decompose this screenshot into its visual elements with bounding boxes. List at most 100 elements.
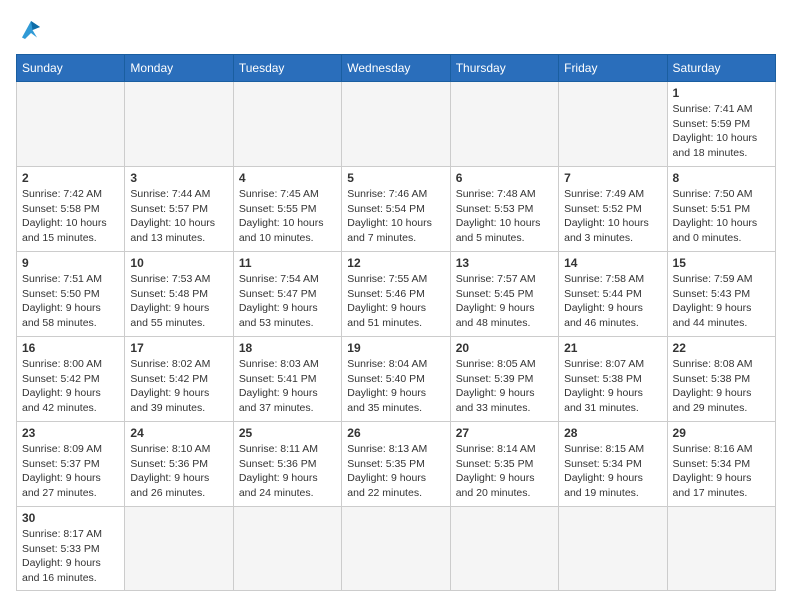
day-number: 14 xyxy=(564,256,661,270)
calendar-cell: 28 Sunrise: 8:15 AMSunset: 5:34 PMDayligh… xyxy=(559,422,667,507)
header xyxy=(16,16,776,44)
day-number: 6 xyxy=(456,171,553,185)
logo-bird-icon xyxy=(16,16,46,44)
calendar-cell: 21 Sunrise: 8:07 AMSunset: 5:38 PMDayligh… xyxy=(559,337,667,422)
day-info: Sunrise: 7:54 AMSunset: 5:47 PMDaylight:… xyxy=(239,272,336,331)
day-info: Sunrise: 8:17 AMSunset: 5:33 PMDaylight:… xyxy=(22,527,119,586)
day-number: 29 xyxy=(673,426,770,440)
day-number: 27 xyxy=(456,426,553,440)
weekday-header-saturday: Saturday xyxy=(667,55,775,82)
day-number: 19 xyxy=(347,341,444,355)
calendar-cell: 27 Sunrise: 8:14 AMSunset: 5:35 PMDayligh… xyxy=(450,422,558,507)
logo xyxy=(16,16,50,44)
day-number: 25 xyxy=(239,426,336,440)
day-number: 18 xyxy=(239,341,336,355)
calendar: SundayMondayTuesdayWednesdayThursdayFrid… xyxy=(16,54,776,591)
day-info: Sunrise: 7:49 AMSunset: 5:52 PMDaylight:… xyxy=(564,187,661,246)
calendar-cell: 24 Sunrise: 8:10 AMSunset: 5:36 PMDayligh… xyxy=(125,422,233,507)
calendar-cell: 1 Sunrise: 7:41 AMSunset: 5:59 PMDaylight… xyxy=(667,82,775,167)
day-number: 7 xyxy=(564,171,661,185)
calendar-cell: 12 Sunrise: 7:55 AMSunset: 5:46 PMDayligh… xyxy=(342,252,450,337)
day-number: 26 xyxy=(347,426,444,440)
day-number: 1 xyxy=(673,86,770,100)
calendar-cell: 9Sunrise: 7:51 AMSunset: 5:50 PMDaylight… xyxy=(17,252,125,337)
calendar-cell: 11 Sunrise: 7:54 AMSunset: 5:47 PMDayligh… xyxy=(233,252,341,337)
day-info: Sunrise: 7:55 AMSunset: 5:46 PMDaylight:… xyxy=(347,272,444,331)
calendar-cell: 4Sunrise: 7:45 AMSunset: 5:55 PMDaylight… xyxy=(233,167,341,252)
calendar-cell: 22 Sunrise: 8:08 AMSunset: 5:38 PMDayligh… xyxy=(667,337,775,422)
day-number: 20 xyxy=(456,341,553,355)
calendar-week-row: 2 Sunrise: 7:42 AMSunset: 5:58 PMDaylight… xyxy=(17,167,776,252)
weekday-header-thursday: Thursday xyxy=(450,55,558,82)
calendar-cell xyxy=(559,82,667,167)
day-number: 13 xyxy=(456,256,553,270)
calendar-cell: 14 Sunrise: 7:58 AMSunset: 5:44 PMDayligh… xyxy=(559,252,667,337)
day-info: Sunrise: 8:07 AMSunset: 5:38 PMDaylight:… xyxy=(564,357,661,416)
calendar-cell: 29 Sunrise: 8:16 AMSunset: 5:34 PMDayligh… xyxy=(667,422,775,507)
day-info: Sunrise: 7:57 AMSunset: 5:45 PMDaylight:… xyxy=(456,272,553,331)
calendar-cell xyxy=(342,82,450,167)
calendar-cell: 15Sunrise: 7:59 AMSunset: 5:43 PMDayligh… xyxy=(667,252,775,337)
calendar-cell xyxy=(342,507,450,591)
calendar-week-row: 1 Sunrise: 7:41 AMSunset: 5:59 PMDaylight… xyxy=(17,82,776,167)
calendar-cell: 7 Sunrise: 7:49 AMSunset: 5:52 PMDaylight… xyxy=(559,167,667,252)
day-number: 11 xyxy=(239,256,336,270)
day-number: 24 xyxy=(130,426,227,440)
calendar-week-row: 23Sunrise: 8:09 AMSunset: 5:37 PMDayligh… xyxy=(17,422,776,507)
calendar-cell xyxy=(559,507,667,591)
day-info: Sunrise: 8:14 AMSunset: 5:35 PMDaylight:… xyxy=(456,442,553,501)
day-info: Sunrise: 7:44 AMSunset: 5:57 PMDaylight:… xyxy=(130,187,227,246)
day-info: Sunrise: 7:41 AMSunset: 5:59 PMDaylight:… xyxy=(673,102,770,161)
calendar-cell: 13 Sunrise: 7:57 AMSunset: 5:45 PMDayligh… xyxy=(450,252,558,337)
calendar-cell: 6 Sunrise: 7:48 AMSunset: 5:53 PMDaylight… xyxy=(450,167,558,252)
day-number: 21 xyxy=(564,341,661,355)
day-info: Sunrise: 7:45 AMSunset: 5:55 PMDaylight:… xyxy=(239,187,336,246)
day-info: Sunrise: 8:08 AMSunset: 5:38 PMDaylight:… xyxy=(673,357,770,416)
weekday-header-friday: Friday xyxy=(559,55,667,82)
day-number: 2 xyxy=(22,171,119,185)
day-info: Sunrise: 8:00 AMSunset: 5:42 PMDaylight:… xyxy=(22,357,119,416)
day-number: 12 xyxy=(347,256,444,270)
day-info: Sunrise: 7:58 AMSunset: 5:44 PMDaylight:… xyxy=(564,272,661,331)
day-number: 15 xyxy=(673,256,770,270)
day-number: 10 xyxy=(130,256,227,270)
calendar-cell: 2 Sunrise: 7:42 AMSunset: 5:58 PMDaylight… xyxy=(17,167,125,252)
day-info: Sunrise: 8:05 AMSunset: 5:39 PMDaylight:… xyxy=(456,357,553,416)
day-info: Sunrise: 8:03 AMSunset: 5:41 PMDaylight:… xyxy=(239,357,336,416)
calendar-cell xyxy=(450,82,558,167)
day-number: 22 xyxy=(673,341,770,355)
day-number: 28 xyxy=(564,426,661,440)
calendar-week-row: 16 Sunrise: 8:00 AMSunset: 5:42 PMDayligh… xyxy=(17,337,776,422)
weekday-header-wednesday: Wednesday xyxy=(342,55,450,82)
day-info: Sunrise: 8:11 AMSunset: 5:36 PMDaylight:… xyxy=(239,442,336,501)
day-number: 30 xyxy=(22,511,119,525)
calendar-cell: 19Sunrise: 8:04 AMSunset: 5:40 PMDayligh… xyxy=(342,337,450,422)
calendar-cell xyxy=(17,82,125,167)
calendar-cell: 18 Sunrise: 8:03 AMSunset: 5:41 PMDayligh… xyxy=(233,337,341,422)
day-info: Sunrise: 8:02 AMSunset: 5:42 PMDaylight:… xyxy=(130,357,227,416)
calendar-cell: 5 Sunrise: 7:46 AMSunset: 5:54 PMDaylight… xyxy=(342,167,450,252)
day-info: Sunrise: 8:15 AMSunset: 5:34 PMDaylight:… xyxy=(564,442,661,501)
calendar-cell: 8Sunrise: 7:50 AMSunset: 5:51 PMDaylight… xyxy=(667,167,775,252)
calendar-cell: 10 Sunrise: 7:53 AMSunset: 5:48 PMDayligh… xyxy=(125,252,233,337)
day-number: 23 xyxy=(22,426,119,440)
calendar-cell: 23Sunrise: 8:09 AMSunset: 5:37 PMDayligh… xyxy=(17,422,125,507)
day-number: 5 xyxy=(347,171,444,185)
day-info: Sunrise: 7:53 AMSunset: 5:48 PMDaylight:… xyxy=(130,272,227,331)
calendar-week-row: 9Sunrise: 7:51 AMSunset: 5:50 PMDaylight… xyxy=(17,252,776,337)
day-info: Sunrise: 8:16 AMSunset: 5:34 PMDaylight:… xyxy=(673,442,770,501)
day-info: Sunrise: 7:46 AMSunset: 5:54 PMDaylight:… xyxy=(347,187,444,246)
day-number: 16 xyxy=(22,341,119,355)
calendar-cell: 16 Sunrise: 8:00 AMSunset: 5:42 PMDayligh… xyxy=(17,337,125,422)
calendar-cell xyxy=(125,82,233,167)
day-info: Sunrise: 7:48 AMSunset: 5:53 PMDaylight:… xyxy=(456,187,553,246)
weekday-header-sunday: Sunday xyxy=(17,55,125,82)
day-info: Sunrise: 8:10 AMSunset: 5:36 PMDaylight:… xyxy=(130,442,227,501)
calendar-cell: 25 Sunrise: 8:11 AMSunset: 5:36 PMDayligh… xyxy=(233,422,341,507)
weekday-header-tuesday: Tuesday xyxy=(233,55,341,82)
day-info: Sunrise: 7:42 AMSunset: 5:58 PMDaylight:… xyxy=(22,187,119,246)
day-info: Sunrise: 8:13 AMSunset: 5:35 PMDaylight:… xyxy=(347,442,444,501)
calendar-cell: 17Sunrise: 8:02 AMSunset: 5:42 PMDayligh… xyxy=(125,337,233,422)
calendar-cell: 26 Sunrise: 8:13 AMSunset: 5:35 PMDayligh… xyxy=(342,422,450,507)
calendar-cell: 20 Sunrise: 8:05 AMSunset: 5:39 PMDayligh… xyxy=(450,337,558,422)
